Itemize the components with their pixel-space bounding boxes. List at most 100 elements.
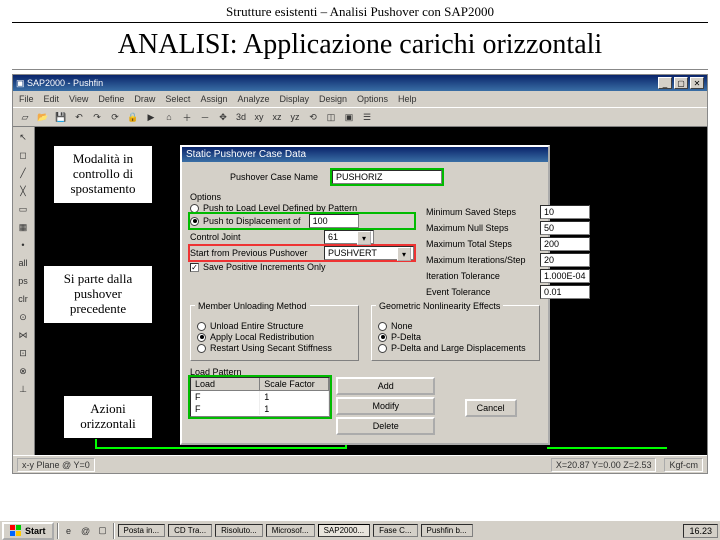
snap-mid-icon[interactable]: ⋈ xyxy=(15,327,31,343)
geo-opt-0[interactable]: None xyxy=(378,321,533,331)
lp-cell-scale: 1 xyxy=(260,403,329,415)
slide-breadcrumb: Strutture esistenti – Analisi Pushover c… xyxy=(12,0,708,23)
shrink-icon[interactable]: ▣ xyxy=(341,109,357,125)
joint-icon[interactable]: • xyxy=(15,237,31,253)
view-xy-icon[interactable]: xy xyxy=(251,109,267,125)
unload-opt-label: Unload Entire Structure xyxy=(210,321,304,331)
task-item[interactable]: CD Tra... xyxy=(168,524,212,537)
ground-line xyxy=(95,447,345,449)
clock[interactable]: 16.23 xyxy=(683,524,718,538)
lp-cell-load: F xyxy=(191,403,260,415)
start-prev-field[interactable]: PUSHVERT xyxy=(324,246,414,260)
menu-help[interactable]: Help xyxy=(398,94,417,104)
add-button[interactable]: Add xyxy=(336,377,435,395)
task-item[interactable]: Microsof... xyxy=(266,524,315,537)
snap-perp-icon[interactable]: ⊥ xyxy=(15,381,31,397)
windows-icon xyxy=(10,525,22,537)
reshape-icon[interactable]: ◻ xyxy=(15,147,31,163)
menu-select[interactable]: Select xyxy=(165,94,190,104)
clear-select-icon[interactable]: clr xyxy=(15,291,31,307)
side-toolbar: ↖ ◻ ╱ ╳ ▭ ▦ • all ps clr ⊙ ⋈ ⊡ ⊗ ⊥ xyxy=(13,127,35,455)
draw-frame-icon[interactable]: ╱ xyxy=(15,165,31,181)
menu-design[interactable]: Design xyxy=(319,94,347,104)
start-prev-label: Start from Previous Pushover xyxy=(190,248,320,258)
push-disp-field[interactable]: 100 xyxy=(309,214,359,228)
quick-outlook-icon[interactable]: @ xyxy=(79,524,93,538)
event-tol-field[interactable]: 0.01 xyxy=(540,285,590,299)
task-item[interactable]: Posta in... xyxy=(118,524,166,537)
geo-opt-2[interactable]: P-Delta and Large Displacements xyxy=(378,343,533,353)
geo-group: Geometric Nonlinearity Effects None P-De… xyxy=(371,305,540,361)
view-xz-icon[interactable]: xz xyxy=(269,109,285,125)
prev-select-icon[interactable]: ps xyxy=(15,273,31,289)
view-3d-icon[interactable]: 3d xyxy=(233,109,249,125)
max-total-field[interactable]: 200 xyxy=(540,237,590,251)
redo-icon[interactable]: ↷ xyxy=(89,109,105,125)
open-icon[interactable]: 📂 xyxy=(35,109,51,125)
case-name-field[interactable]: PUSHORIZ xyxy=(332,170,442,184)
task-item[interactable]: Fase C... xyxy=(373,524,417,537)
load-pattern-list[interactable]: LoadScale Factor F1 F1 xyxy=(190,377,330,417)
unload-opt-1[interactable]: Apply Local Redistribution xyxy=(197,332,352,342)
maximize-button[interactable]: ▢ xyxy=(674,77,688,89)
menu-assign[interactable]: Assign xyxy=(200,94,227,104)
rotate-icon[interactable]: ⟲ xyxy=(305,109,321,125)
undo-icon[interactable]: ↶ xyxy=(71,109,87,125)
quick-ie-icon[interactable]: e xyxy=(62,524,76,538)
max-null-field[interactable]: 50 xyxy=(540,221,590,235)
task-item[interactable]: Pushfin b... xyxy=(421,524,473,537)
view-yz-icon[interactable]: yz xyxy=(287,109,303,125)
max-iter-field[interactable]: 20 xyxy=(540,253,590,267)
menu-edit[interactable]: Edit xyxy=(44,94,60,104)
draw-shell-icon[interactable]: ▭ xyxy=(15,201,31,217)
minimize-button[interactable]: _ xyxy=(658,77,672,89)
menu-options[interactable]: Options xyxy=(357,94,388,104)
select-all-icon[interactable]: all xyxy=(15,255,31,271)
snap-end-icon[interactable]: ⊡ xyxy=(15,345,31,361)
snap-intersect-icon[interactable]: ⊗ xyxy=(15,363,31,379)
menu-file[interactable]: File xyxy=(19,94,34,104)
lock-icon[interactable]: 🔒 xyxy=(125,109,141,125)
menu-define[interactable]: Define xyxy=(98,94,124,104)
zoom-out-icon[interactable]: － xyxy=(197,109,213,125)
pointer-icon[interactable]: ↖ xyxy=(15,129,31,145)
new-icon[interactable]: ▱ xyxy=(17,109,33,125)
push-load-radio[interactable]: Push to Load Level Defined by Pattern xyxy=(190,203,414,213)
geo-opt-1[interactable]: P-Delta xyxy=(378,332,533,342)
unload-opt-0[interactable]: Unload Entire Structure xyxy=(197,321,352,331)
menu-view[interactable]: View xyxy=(69,94,88,104)
menu-display[interactable]: Display xyxy=(279,94,309,104)
callout-2: Si parte dalla pushover precedente xyxy=(43,265,153,324)
save-positive-check[interactable]: ✓Save Positive Increments Only xyxy=(190,262,414,272)
perspective-icon[interactable]: ◫ xyxy=(323,109,339,125)
delete-button[interactable]: Delete xyxy=(336,417,435,435)
start-button[interactable]: Start xyxy=(2,522,54,540)
status-coords: X=20.87 Y=0.00 Z=2.53 xyxy=(551,458,657,472)
status-units[interactable]: Kgf-cm xyxy=(664,458,703,472)
quick-frame-icon[interactable]: ╳ xyxy=(15,183,31,199)
start-label: Start xyxy=(25,526,46,536)
task-item-active[interactable]: SAP2000... xyxy=(318,524,370,537)
save-icon[interactable]: 💾 xyxy=(53,109,69,125)
close-button[interactable]: ✕ xyxy=(690,77,704,89)
push-disp-radio[interactable]: Push to Displacement of 100 xyxy=(190,214,414,228)
menu-analyze[interactable]: Analyze xyxy=(237,94,269,104)
quick-desktop-icon[interactable]: ▢ xyxy=(96,524,110,538)
zoom-full-icon[interactable]: ⌂ xyxy=(161,109,177,125)
cancel-button[interactable]: Cancel xyxy=(465,399,517,417)
refresh-icon[interactable]: ⟳ xyxy=(107,109,123,125)
unload-opt-2[interactable]: Restart Using Secant Stiffness xyxy=(197,343,352,353)
modify-button[interactable]: Modify xyxy=(336,397,435,415)
pan-icon[interactable]: ✥ xyxy=(215,109,231,125)
quick-shell-icon[interactable]: ▦ xyxy=(15,219,31,235)
snap-point-icon[interactable]: ⊙ xyxy=(15,309,31,325)
zoom-in-icon[interactable]: ＋ xyxy=(179,109,195,125)
min-saved-field[interactable]: 10 xyxy=(540,205,590,219)
run-icon[interactable]: ▶ xyxy=(143,109,159,125)
element-icon[interactable]: ☰ xyxy=(359,109,375,125)
window-title: SAP2000 - Pushfin xyxy=(27,78,103,88)
iter-tol-field[interactable]: 1.000E-04 xyxy=(540,269,590,283)
ctrl-joint-field[interactable]: 61 xyxy=(324,230,374,244)
menu-draw[interactable]: Draw xyxy=(134,94,155,104)
task-item[interactable]: Risoluto... xyxy=(215,524,263,537)
